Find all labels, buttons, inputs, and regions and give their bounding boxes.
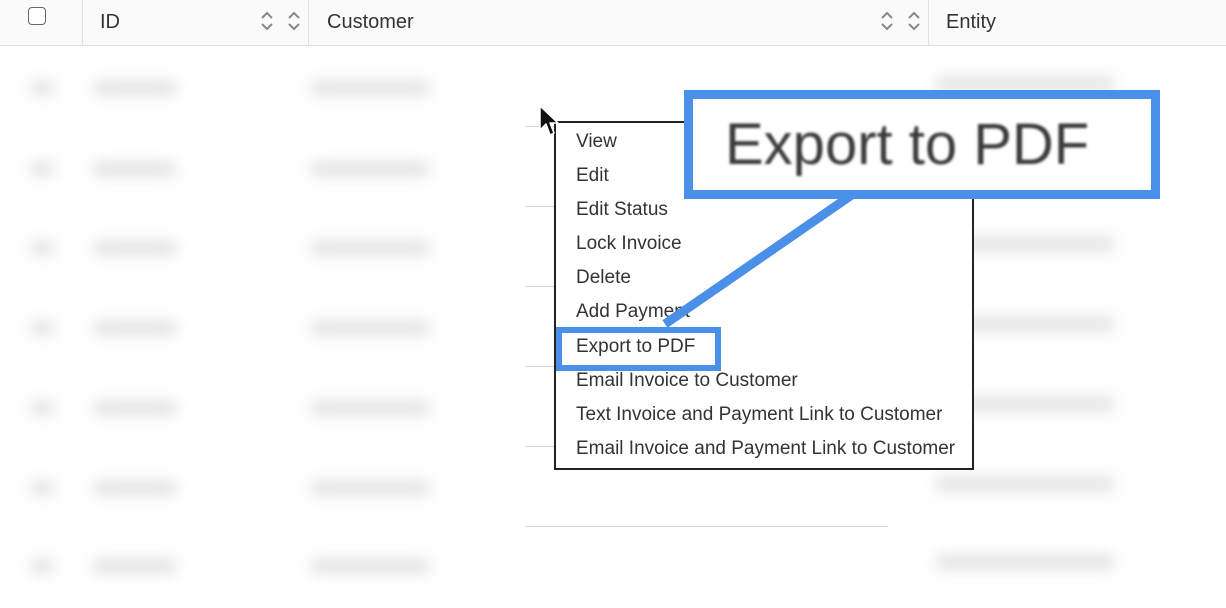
sort-icon[interactable] xyxy=(259,9,275,33)
menu-item-delete[interactable]: Delete xyxy=(576,263,631,293)
column-header-id[interactable]: ID xyxy=(100,0,120,45)
menu-item-edit[interactable]: Edit xyxy=(576,161,609,191)
menu-item-lock-invoice[interactable]: Lock Invoice xyxy=(576,229,682,259)
column-header-label: Entity xyxy=(946,11,997,33)
sort-icon[interactable] xyxy=(879,9,895,33)
column-header-label: ID xyxy=(100,11,120,33)
column-divider xyxy=(928,0,929,45)
sort-icon[interactable] xyxy=(906,9,922,33)
column-header-label: Customer xyxy=(327,11,414,33)
column-header-customer[interactable]: Customer xyxy=(327,0,414,45)
menu-item-view[interactable]: View xyxy=(576,127,617,157)
row-divider xyxy=(526,526,888,527)
mouse-cursor-icon xyxy=(539,105,559,136)
callout-label: Export to PDF xyxy=(725,112,1090,177)
menu-item-edit-status[interactable]: Edit Status xyxy=(576,195,668,225)
menu-item-text-invoice-payment-link[interactable]: Text Invoice and Payment Link to Custome… xyxy=(576,400,942,430)
zoom-callout: Export to PDF xyxy=(684,90,1160,199)
select-all-checkbox[interactable] xyxy=(28,7,46,25)
sort-icon[interactable] xyxy=(286,9,302,33)
highlight-box xyxy=(556,327,721,371)
column-header-entity[interactable]: Entity xyxy=(946,0,996,45)
column-divider xyxy=(82,0,83,45)
column-divider xyxy=(308,0,309,45)
menu-item-add-payment[interactable]: Add Payment xyxy=(576,297,690,327)
table-header: ID Customer Entity xyxy=(0,0,1226,46)
menu-item-email-invoice-payment-link[interactable]: Email Invoice and Payment Link to Custom… xyxy=(576,434,955,464)
